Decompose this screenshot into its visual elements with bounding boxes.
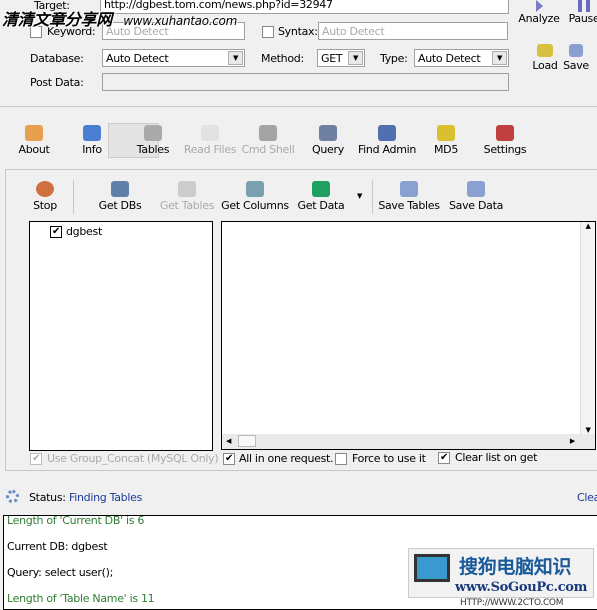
about-icon bbox=[25, 125, 43, 141]
clear-list-label: Clear list on get bbox=[455, 451, 538, 464]
tab-query[interactable]: Query bbox=[298, 125, 358, 156]
group-concat-checkbox[interactable]: ✔ bbox=[30, 453, 42, 465]
method-label: Method: bbox=[261, 52, 304, 65]
syntax-checkbox[interactable] bbox=[262, 26, 274, 38]
save-tables-icon bbox=[400, 181, 418, 197]
type-select[interactable]: Auto Detect ▼ bbox=[414, 49, 509, 67]
horizontal-scrollbar[interactable]: ◀ ▶ bbox=[222, 434, 595, 449]
log-line: Length of 'Table Name' is 11 bbox=[7, 592, 155, 605]
read-files-icon bbox=[201, 125, 219, 141]
status-label: Status: bbox=[29, 491, 66, 504]
get-columns-icon bbox=[246, 181, 264, 197]
all-in-one-label: All in one request. bbox=[239, 452, 334, 465]
database-value: Auto Detect bbox=[106, 52, 169, 65]
toolbar-separator bbox=[73, 180, 74, 214]
database-label: Database: bbox=[30, 52, 84, 65]
pause-icon bbox=[578, 0, 590, 12]
status-value: Finding Tables bbox=[69, 491, 143, 504]
stop-icon bbox=[36, 181, 54, 197]
analyze-button[interactable]: Analyze bbox=[518, 0, 560, 25]
tables-icon bbox=[144, 125, 162, 141]
method-select[interactable]: GET ▼ bbox=[317, 49, 365, 67]
tab-find-admin[interactable]: Find Admin bbox=[357, 125, 417, 156]
database-tree[interactable]: ✔ dgbest bbox=[29, 221, 213, 451]
method-value: GET bbox=[321, 52, 343, 65]
info-icon bbox=[83, 125, 101, 141]
get-data-dropdown[interactable]: ▼ bbox=[357, 192, 362, 200]
save-data-icon bbox=[467, 181, 485, 197]
get-data-icon bbox=[312, 181, 330, 197]
save-button[interactable]: Save bbox=[562, 44, 590, 72]
save-tables-button[interactable]: Save Tables bbox=[374, 181, 444, 212]
folder-icon bbox=[537, 44, 553, 57]
database-select[interactable]: Auto Detect ▼ bbox=[102, 49, 245, 67]
clear-log-link[interactable]: Clea bbox=[577, 491, 597, 504]
get-dbs-button[interactable]: Get DBs bbox=[85, 181, 155, 212]
get-tables-button[interactable]: Get Tables bbox=[152, 181, 222, 212]
get-columns-button[interactable]: Get Columns bbox=[220, 181, 290, 212]
syntax-input[interactable]: Auto Detect bbox=[318, 22, 508, 40]
all-in-one-checkbox[interactable]: ✔ bbox=[223, 453, 235, 465]
chevron-down-icon: ▼ bbox=[492, 51, 507, 65]
type-label: Type: bbox=[380, 52, 408, 65]
tree-item-dgbest[interactable]: dgbest bbox=[66, 225, 102, 238]
cmd-shell-icon bbox=[259, 125, 277, 141]
tab-read-files[interactable]: Read Files bbox=[180, 125, 240, 156]
md5-icon bbox=[437, 125, 455, 141]
tab-cmd-shell[interactable]: Cmd Shell bbox=[238, 125, 298, 156]
tab-md5[interactable]: MD5 bbox=[416, 125, 476, 156]
group-concat-label: Use Group_Concat (MySQL Only) bbox=[47, 452, 219, 465]
query-icon bbox=[319, 125, 337, 141]
get-tables-icon bbox=[178, 181, 196, 197]
get-data-button[interactable]: Get Data bbox=[286, 181, 356, 212]
tab-about[interactable]: About bbox=[4, 125, 64, 156]
tab-info[interactable]: Info bbox=[62, 125, 122, 156]
force-label: Force to use it bbox=[352, 452, 426, 465]
post-data-label: Post Data: bbox=[30, 76, 84, 89]
syntax-label: Syntax: bbox=[278, 25, 318, 38]
pause-button[interactable]: Pause bbox=[566, 0, 597, 25]
toolbar-separator bbox=[372, 180, 373, 214]
vertical-scrollbar[interactable]: ▲ ▼ bbox=[580, 222, 595, 434]
find-admin-icon bbox=[378, 125, 396, 141]
log-line: Query: select user(); bbox=[7, 566, 113, 579]
spinner-icon bbox=[6, 490, 19, 503]
monitor-icon bbox=[414, 554, 450, 582]
get-dbs-icon bbox=[111, 181, 129, 197]
tab-tables[interactable]: Tables bbox=[123, 125, 183, 156]
target-label: Target: bbox=[32, 0, 72, 12]
settings-icon bbox=[496, 125, 514, 141]
chevron-down-icon: ▼ bbox=[228, 51, 243, 65]
force-checkbox[interactable] bbox=[335, 453, 347, 465]
save-data-button[interactable]: Save Data bbox=[441, 181, 511, 212]
post-data-input[interactable] bbox=[102, 73, 509, 91]
chevron-down-icon: ▼ bbox=[348, 51, 363, 65]
tables-list[interactable]: ▲ ▼ ◀ ▶ bbox=[221, 221, 596, 450]
load-button[interactable]: Load bbox=[530, 44, 560, 72]
tab-settings[interactable]: Settings bbox=[475, 125, 535, 156]
clear-list-checkbox[interactable]: ✔ bbox=[438, 452, 450, 464]
log-line: Length of 'Current DB' is 6 bbox=[7, 515, 145, 527]
play-icon bbox=[535, 0, 543, 12]
stop-button[interactable]: Stop bbox=[10, 181, 80, 212]
log-line: Current DB: dgbest bbox=[7, 540, 108, 553]
tree-item-checkbox[interactable]: ✔ bbox=[50, 226, 62, 238]
floppy-icon bbox=[569, 44, 583, 57]
type-value: Auto Detect bbox=[418, 52, 481, 65]
watermark-bottom: 搜狗电脑知识 www.SoGouPc.com bbox=[408, 548, 594, 598]
